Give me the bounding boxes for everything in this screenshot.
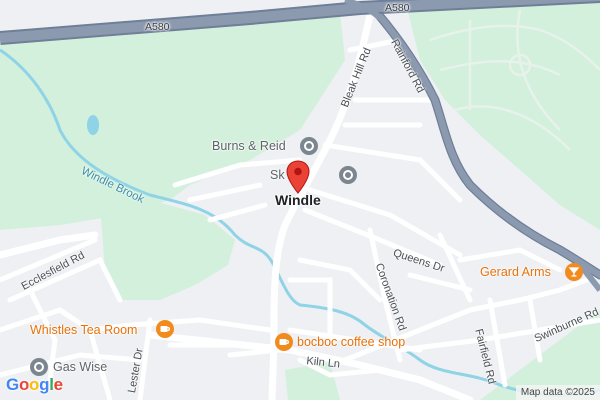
poi-label-burns-reid[interactable]: Burns & Reid — [212, 140, 286, 153]
poi-label-gerard-arms[interactable]: Gerard Arms — [480, 266, 551, 279]
shop-icon[interactable] — [300, 137, 318, 155]
map-canvas[interactable]: A580 A580 Bleak Hill Rd Rainford Rd Eccl… — [0, 0, 600, 400]
location-pin-icon[interactable] — [286, 160, 310, 194]
shop-icon[interactable] — [339, 166, 357, 184]
highway-label-a580-west: A580 — [145, 21, 170, 33]
cocktail-icon[interactable] — [565, 263, 583, 281]
highway-label-a580-east: A580 — [385, 2, 410, 14]
place-label-windle: Windle — [275, 192, 321, 208]
pond — [87, 115, 99, 135]
google-logo: Google — [6, 375, 63, 394]
cafe-icon[interactable] — [156, 320, 174, 338]
poi-label-gas-wise[interactable]: Gas Wise — [53, 361, 107, 374]
map-attribution[interactable]: Map data ©2025 — [515, 385, 600, 400]
cafe-icon[interactable] — [275, 333, 293, 351]
poi-label-bocboc-coffee-shop[interactable]: bocboc coffee shop — [297, 336, 405, 349]
shop-icon[interactable] — [30, 358, 48, 376]
poi-label-whistles-tea-room[interactable]: Whistles Tea Room — [30, 324, 137, 337]
